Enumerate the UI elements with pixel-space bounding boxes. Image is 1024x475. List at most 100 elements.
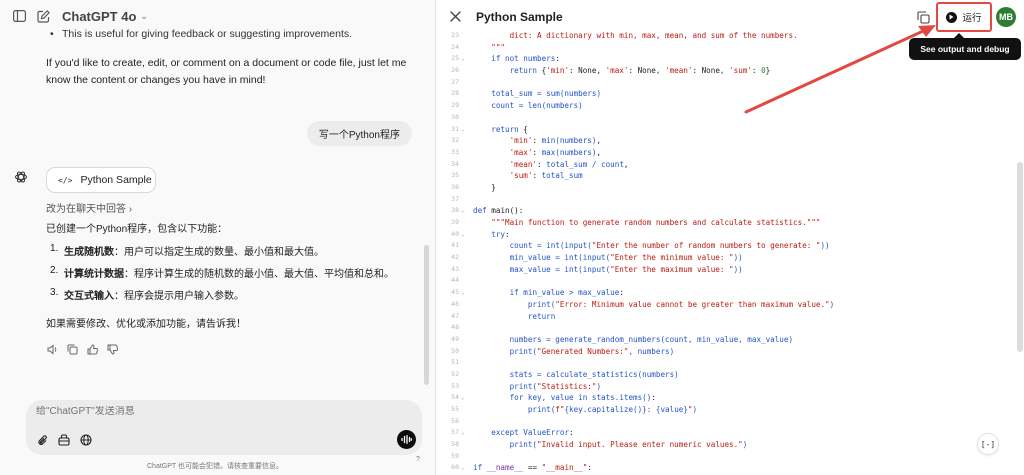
code-token: , bbox=[596, 147, 602, 157]
code-text: 'max': max(numbers), bbox=[473, 147, 601, 159]
code-token: count = len(numbers) bbox=[473, 101, 583, 111]
thumbs-down-icon[interactable] bbox=[107, 342, 119, 355]
run-button[interactable]: 运行 bbox=[936, 2, 992, 32]
thumbs-up-icon[interactable] bbox=[87, 342, 99, 355]
line-number: 50 bbox=[451, 346, 459, 355]
fold-chevron-icon[interactable]: ⌄ bbox=[461, 392, 465, 404]
message-input[interactable] bbox=[36, 406, 406, 417]
new-chat-icon[interactable] bbox=[36, 9, 50, 23]
feature-desc: ：用户可以指定生成的数量、最小值和最大值。 bbox=[114, 247, 324, 258]
code-token: : None, bbox=[628, 66, 666, 76]
code-token: , bbox=[596, 136, 602, 146]
fold-chevron-icon[interactable]: ⌄ bbox=[461, 205, 465, 217]
code-line: 59 bbox=[436, 451, 1016, 463]
code-token: numbers bbox=[523, 54, 556, 64]
code-text: max_value = int(input("Enter the maximum… bbox=[473, 264, 743, 276]
expand-icon[interactable]: [-] bbox=[977, 433, 999, 455]
chevron-down-icon: ⌄ bbox=[140, 11, 148, 21]
fold-chevron-icon[interactable]: ⌄ bbox=[461, 427, 465, 439]
assistant-paragraph: If you'd like to create, edit, or commen… bbox=[46, 57, 407, 86]
reply-intro: 已创建一个Python程序，包含以下功能： bbox=[46, 224, 228, 235]
code-token: if bbox=[473, 463, 487, 473]
fold-chevron-icon[interactable]: ⌄ bbox=[461, 462, 465, 474]
code-token: def bbox=[473, 206, 492, 216]
line-number: 39 bbox=[451, 218, 459, 226]
code-token: ) bbox=[596, 381, 602, 391]
copy-icon[interactable] bbox=[914, 8, 932, 26]
speaker-icon[interactable] bbox=[47, 342, 58, 355]
code-text: if not numbers: bbox=[473, 53, 560, 65]
code-token: except bbox=[473, 428, 524, 438]
globe-icon[interactable] bbox=[79, 433, 93, 447]
help-button[interactable]: ? bbox=[416, 456, 420, 463]
line-number: 48 bbox=[451, 323, 459, 332]
play-icon bbox=[946, 11, 958, 23]
line-number: 40 bbox=[451, 229, 459, 238]
code-token: total_sum / count bbox=[546, 159, 624, 169]
code-text: 'mean': total_sum / count, bbox=[473, 159, 629, 171]
code-line: 42 min_value = int(input("Enter the mini… bbox=[436, 252, 1016, 264]
line-number: 35 bbox=[451, 171, 459, 180]
code-token: return bbox=[473, 124, 524, 134]
voice-icon[interactable] bbox=[397, 430, 416, 449]
code-token: min(numbers) bbox=[541, 136, 597, 146]
code-token: "Enter the minimum value: " bbox=[610, 253, 734, 263]
code-token: 'max' bbox=[605, 66, 629, 76]
code-text: print("Statistics:") bbox=[473, 381, 601, 393]
fold-chevron-icon[interactable]: ⌄ bbox=[461, 229, 465, 241]
avatar[interactable]: MB bbox=[996, 7, 1016, 27]
tools-icon[interactable] bbox=[57, 433, 71, 447]
fold-chevron-icon[interactable]: ⌄ bbox=[461, 53, 465, 65]
close-icon[interactable] bbox=[448, 9, 462, 23]
fold-chevron-icon[interactable]: ⌄ bbox=[461, 124, 465, 136]
code-token: max_value = int(input( bbox=[473, 264, 611, 274]
code-token: : bbox=[587, 463, 592, 473]
code-text: """Main function to generate random numb… bbox=[473, 217, 820, 229]
code-token: total_sum bbox=[541, 171, 583, 181]
code-text: } bbox=[473, 182, 496, 194]
code-doc-chip[interactable]: </> Python Sample bbox=[46, 167, 156, 193]
editor-scrollbar[interactable] bbox=[1017, 162, 1023, 352]
line-number: 44 bbox=[451, 276, 459, 285]
code-token: )) bbox=[733, 264, 743, 274]
code-token: : None, bbox=[692, 66, 730, 76]
code-editor[interactable]: 23 dict: A dictionary with min, max, mea… bbox=[436, 30, 1016, 475]
reply-in-chat-link[interactable]: 改为在聊天中回答 › bbox=[46, 200, 132, 215]
code-token: "Error: Minimum value cannot be greater … bbox=[555, 299, 830, 309]
code-token: "Enter the maximum value: " bbox=[610, 264, 734, 274]
fold-chevron-icon[interactable]: ⌄ bbox=[461, 287, 465, 299]
line-number: 24 bbox=[451, 42, 459, 51]
code-line: 48 bbox=[436, 322, 1016, 334]
code-line: 26 return {'min': None, 'max': None, 'me… bbox=[436, 65, 1016, 77]
disclaimer: ChatGPT 也可能会犯错。请核查重要信息。 bbox=[147, 463, 283, 470]
model-selector[interactable]: ChatGPT 4o ⌄ bbox=[62, 9, 148, 24]
code-token: : bbox=[751, 66, 762, 76]
code-token: } bbox=[765, 66, 771, 76]
code-token: "Generated Numbers:" bbox=[537, 346, 629, 356]
chat-scrollbar[interactable] bbox=[424, 245, 429, 385]
code-text: 'sum': total_sum bbox=[473, 170, 583, 182]
feature-title: 计算统计数据 bbox=[64, 269, 124, 280]
code-token: ) bbox=[742, 440, 748, 450]
line-number: 25 bbox=[451, 54, 459, 63]
code-token: "__main__" bbox=[541, 463, 588, 473]
code-token: : bbox=[619, 288, 624, 298]
code-token: in bbox=[578, 393, 592, 403]
line-number: 32 bbox=[451, 136, 459, 145]
attach-icon[interactable] bbox=[36, 433, 50, 447]
list-item: 1. 生成随机数 ：用户可以指定生成的数量、最小值和最大值。 bbox=[50, 243, 420, 265]
sidebar-toggle-icon[interactable] bbox=[12, 9, 26, 23]
doc-title: Python Sample bbox=[476, 10, 563, 24]
code-text: return bbox=[473, 311, 555, 323]
code-token: 'sum' bbox=[473, 171, 533, 181]
code-text: numbers = generate_random_numbers(count,… bbox=[473, 334, 793, 346]
copy-icon[interactable] bbox=[67, 342, 78, 355]
list-item: 3. 交互式输入 ：程序会提示用户输入参数。 bbox=[50, 287, 420, 309]
code-text: def main(): bbox=[473, 205, 523, 217]
code-line: 29 count = len(numbers) bbox=[436, 100, 1016, 112]
code-token: return bbox=[473, 311, 556, 321]
feature-desc: ：程序会提示用户输入参数。 bbox=[114, 291, 244, 302]
line-number: 49 bbox=[451, 334, 459, 343]
reply-in-chat-label: 改为在聊天中回答 bbox=[46, 204, 126, 215]
line-number: 56 bbox=[451, 416, 459, 425]
